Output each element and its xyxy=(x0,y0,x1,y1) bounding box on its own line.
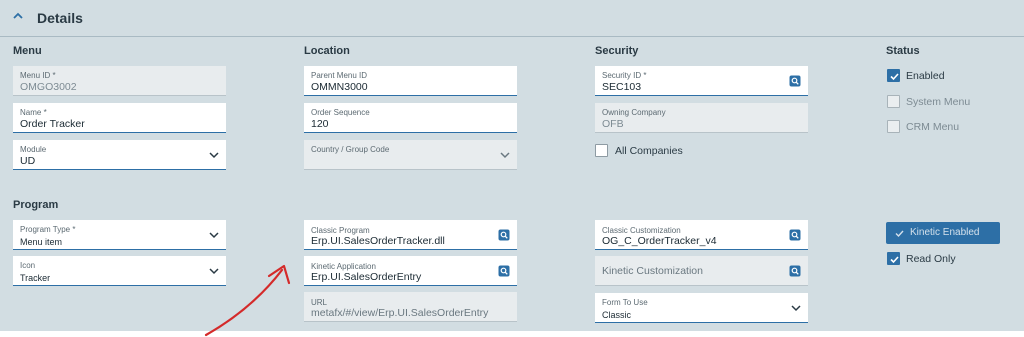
enabled-label: Enabled xyxy=(906,70,945,82)
location-section-title: Location xyxy=(304,45,350,57)
kinetic-application-value[interactable]: Erp.UI.SalesOrderEntry xyxy=(311,271,421,283)
menu-section-title: Menu xyxy=(13,45,42,57)
search-icon[interactable] xyxy=(498,265,510,277)
menu-id-value: OMGO3002 xyxy=(20,81,77,93)
details-title: Details xyxy=(37,10,83,26)
parent-menu-id-label: Parent Menu ID xyxy=(311,71,368,80)
country-group-code-label: Country / Group Code xyxy=(311,145,390,154)
classic-customization-field[interactable]: Classic Customization OG_C_OrderTracker_… xyxy=(595,220,808,250)
name-value[interactable]: Order Tracker xyxy=(20,118,85,130)
check-icon xyxy=(890,73,899,81)
read-only-label: Read Only xyxy=(906,253,956,265)
security-id-label: Security ID * xyxy=(602,71,647,80)
kinetic-application-label: Kinetic Application xyxy=(311,262,376,271)
program-type-label: Program Type * xyxy=(20,225,76,234)
security-section-title: Security xyxy=(595,45,639,57)
search-icon[interactable] xyxy=(789,265,801,277)
icon-select[interactable]: Icon Tracker xyxy=(13,256,226,286)
module-value: UD xyxy=(20,155,36,167)
program-type-select[interactable]: Program Type * Menu item xyxy=(13,220,226,250)
form-to-use-value: Classic xyxy=(602,310,632,320)
url-value: metafx/#/view/Erp.UI.SalesOrderEntry xyxy=(311,307,489,319)
classic-program-label: Classic Program xyxy=(311,226,370,235)
all-companies-label: All Companies xyxy=(615,145,683,157)
chevron-down-icon[interactable] xyxy=(500,151,510,159)
enabled-checkbox[interactable] xyxy=(887,69,900,82)
all-companies-checkbox[interactable] xyxy=(595,144,608,157)
security-id-field[interactable]: Security ID * SEC103 xyxy=(595,66,808,96)
search-icon[interactable] xyxy=(789,75,801,87)
parent-menu-id-value[interactable]: OMMN3000 xyxy=(311,81,368,93)
chevron-down-icon[interactable] xyxy=(209,231,219,239)
parent-menu-id-field[interactable]: Parent Menu ID OMMN3000 xyxy=(304,66,517,96)
details-header[interactable]: Details xyxy=(0,0,1024,37)
chevron-up-icon[interactable] xyxy=(11,9,25,23)
kinetic-customization-placeholder: Kinetic Customization xyxy=(602,265,703,277)
system-menu-checkbox[interactable] xyxy=(887,95,900,108)
chevron-down-icon[interactable] xyxy=(209,267,219,275)
read-only-checkbox[interactable] xyxy=(887,252,900,265)
chevron-down-icon[interactable] xyxy=(209,151,219,159)
module-label: Module xyxy=(20,145,47,154)
kinetic-customization-field[interactable]: Kinetic Customization xyxy=(595,256,808,286)
classic-customization-value[interactable]: OG_C_OrderTracker_v4 xyxy=(602,235,717,247)
chevron-down-icon[interactable] xyxy=(791,304,801,312)
order-sequence-field[interactable]: Order Sequence 120 xyxy=(304,103,517,133)
kinetic-enabled-label: Kinetic Enabled xyxy=(910,227,980,238)
icon-value: Tracker xyxy=(20,273,51,283)
form-to-use-select[interactable]: Form To Use Classic xyxy=(595,293,808,323)
crm-menu-label: CRM Menu xyxy=(906,121,960,133)
kinetic-application-field[interactable]: Kinetic Application Erp.UI.SalesOrderEnt… xyxy=(304,256,517,286)
check-icon xyxy=(890,256,899,264)
module-select[interactable]: Module UD xyxy=(13,140,226,170)
url-label: URL xyxy=(311,298,328,307)
order-sequence-label: Order Sequence xyxy=(311,108,370,117)
menu-id-field: Menu ID * OMGO3002 xyxy=(13,66,226,96)
status-section-title: Status xyxy=(886,45,920,57)
crm-menu-checkbox[interactable] xyxy=(887,120,900,133)
search-icon[interactable] xyxy=(498,229,510,241)
kinetic-enabled-toggle[interactable]: Kinetic Enabled xyxy=(886,222,1000,244)
check-icon xyxy=(895,230,904,238)
icon-label: Icon xyxy=(20,261,36,270)
owning-company-field: Owning Company OFB xyxy=(595,103,808,133)
search-icon[interactable] xyxy=(789,229,801,241)
form-to-use-label: Form To Use xyxy=(602,298,648,307)
details-panel: Details Menu Location Security Status Pr… xyxy=(0,0,1024,331)
classic-program-field[interactable]: Classic Program Erp.UI.SalesOrderTracker… xyxy=(304,220,517,250)
program-section-title: Program xyxy=(13,199,59,211)
classic-program-value[interactable]: Erp.UI.SalesOrderTracker.dll xyxy=(311,235,445,247)
classic-customization-label: Classic Customization xyxy=(602,226,681,235)
name-label: Name * xyxy=(20,108,47,117)
owning-company-value: OFB xyxy=(602,118,624,130)
order-sequence-value[interactable]: 120 xyxy=(311,118,329,130)
name-field[interactable]: Name * Order Tracker xyxy=(13,103,226,133)
system-menu-label: System Menu xyxy=(906,96,971,108)
owning-company-label: Owning Company xyxy=(602,108,666,117)
country-group-code-select[interactable]: Country / Group Code xyxy=(304,140,517,170)
program-type-value: Menu item xyxy=(20,237,63,247)
url-field: URL metafx/#/view/Erp.UI.SalesOrderEntry xyxy=(304,292,517,322)
security-id-value[interactable]: SEC103 xyxy=(602,81,641,93)
menu-id-label: Menu ID * xyxy=(20,71,56,80)
